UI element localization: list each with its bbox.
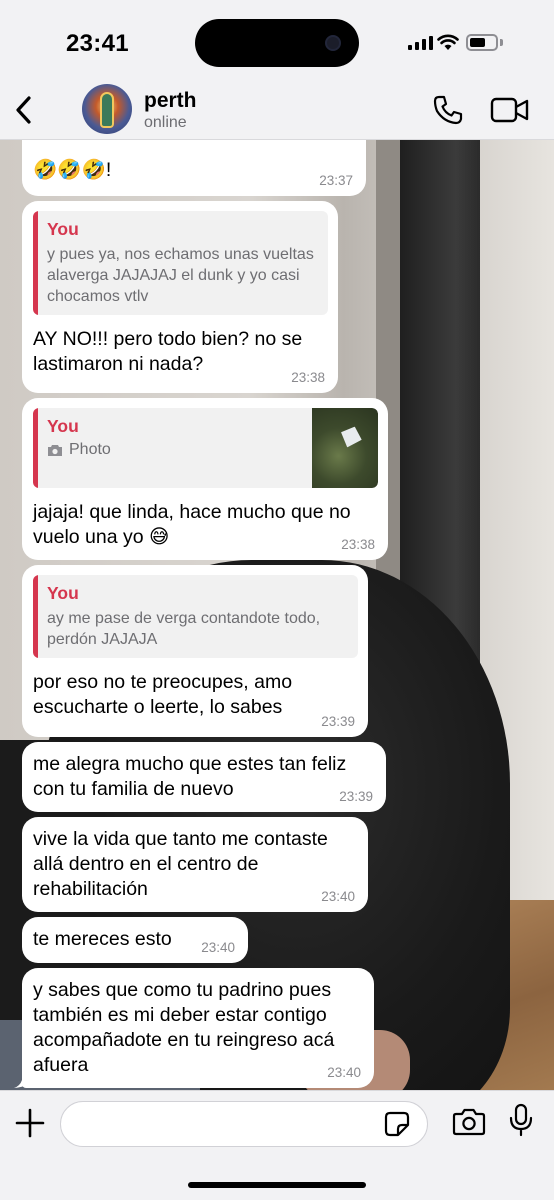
video-camera-icon[interactable] xyxy=(490,96,530,124)
contact-avatar[interactable] xyxy=(82,84,132,134)
battery-cap xyxy=(500,39,503,46)
contact-status: online xyxy=(144,114,187,131)
message-bubble[interactable]: You ay me pase de verga contandote todo,… xyxy=(22,565,368,737)
message-bubble[interactable]: You y pues ya, nos echamos unas vueltas … xyxy=(22,201,338,393)
camera-lens xyxy=(325,35,341,51)
microphone-icon[interactable] xyxy=(508,1103,534,1137)
reply-quote[interactable]: You Photo xyxy=(33,408,378,488)
reply-quote[interactable]: You ay me pase de verga contandote todo,… xyxy=(33,575,358,658)
wifi-icon xyxy=(437,34,459,50)
camera-icon[interactable] xyxy=(452,1107,486,1137)
back-button[interactable] xyxy=(8,90,38,130)
message-bubble[interactable]: te mereces esto 23:40 xyxy=(22,917,248,963)
kite-image xyxy=(337,423,365,451)
message-time: 23:37 xyxy=(319,173,353,188)
message-time: 23:38 xyxy=(341,537,375,552)
message-time: 23:39 xyxy=(321,714,355,729)
quote-text: y pues ya, nos echamos unas vueltas alav… xyxy=(47,246,314,305)
reply-quote[interactable]: You y pues ya, nos echamos unas vueltas … xyxy=(33,211,328,315)
message-text: AY NO!!! pero todo bien? no se lastimaro… xyxy=(33,328,303,375)
home-indicator[interactable] xyxy=(188,1182,366,1188)
top-bar: 23:41 perth online xyxy=(0,0,554,140)
battery-icon xyxy=(466,34,498,51)
bubble-tail xyxy=(14,1068,30,1088)
message-bubble[interactable]: vive la vida que tanto me contaste allá … xyxy=(22,817,368,912)
message-bubble[interactable]: me alegra mucho que estes tan feliz con … xyxy=(22,742,386,812)
status-time: 23:41 xyxy=(66,30,129,57)
message-bubble[interactable]: y sabes que como tu padrino pues también… xyxy=(22,968,374,1088)
message-time: 23:40 xyxy=(201,940,235,955)
chevron-left-icon xyxy=(16,96,31,124)
quote-text: Photo xyxy=(69,441,111,458)
message-text: 🤣🤣🤣! xyxy=(33,159,112,181)
message-time: 23:38 xyxy=(291,370,325,385)
message-text: vive la vida que tanto me contaste allá … xyxy=(33,828,328,900)
quote-author: You xyxy=(47,219,79,239)
quote-text: ay me pase de verga contandote todo, per… xyxy=(47,610,321,648)
phone-icon[interactable] xyxy=(432,94,464,126)
contact-name[interactable]: perth xyxy=(144,89,197,113)
message-time: 23:39 xyxy=(339,789,373,804)
cellular-signal-icon xyxy=(408,36,433,50)
message-bubble[interactable]: You Photo jajaja! que linda, hace mucho … xyxy=(22,398,388,560)
message-bubble[interactable]: 🤣🤣🤣! 23:37 xyxy=(22,140,366,196)
message-time: 23:40 xyxy=(327,1065,361,1080)
quote-photo-thumbnail xyxy=(312,408,378,488)
quote-author: You xyxy=(47,583,79,603)
message-input[interactable] xyxy=(60,1101,428,1147)
camera-small-icon xyxy=(48,444,62,456)
message-text: jajaja! que linda, hace mucho que no vue… xyxy=(33,501,351,548)
sticker-icon[interactable] xyxy=(384,1111,410,1137)
plus-icon[interactable] xyxy=(14,1107,46,1139)
message-input-field[interactable] xyxy=(77,1112,377,1138)
message-text: me alegra mucho que estes tan feliz con … xyxy=(33,753,347,800)
message-text: por eso no te preocupes, amo escucharte … xyxy=(33,671,293,718)
message-text: y sabes que como tu padrino pues también… xyxy=(33,979,335,1076)
message-time: 23:40 xyxy=(321,889,355,904)
dynamic-island xyxy=(195,19,359,67)
